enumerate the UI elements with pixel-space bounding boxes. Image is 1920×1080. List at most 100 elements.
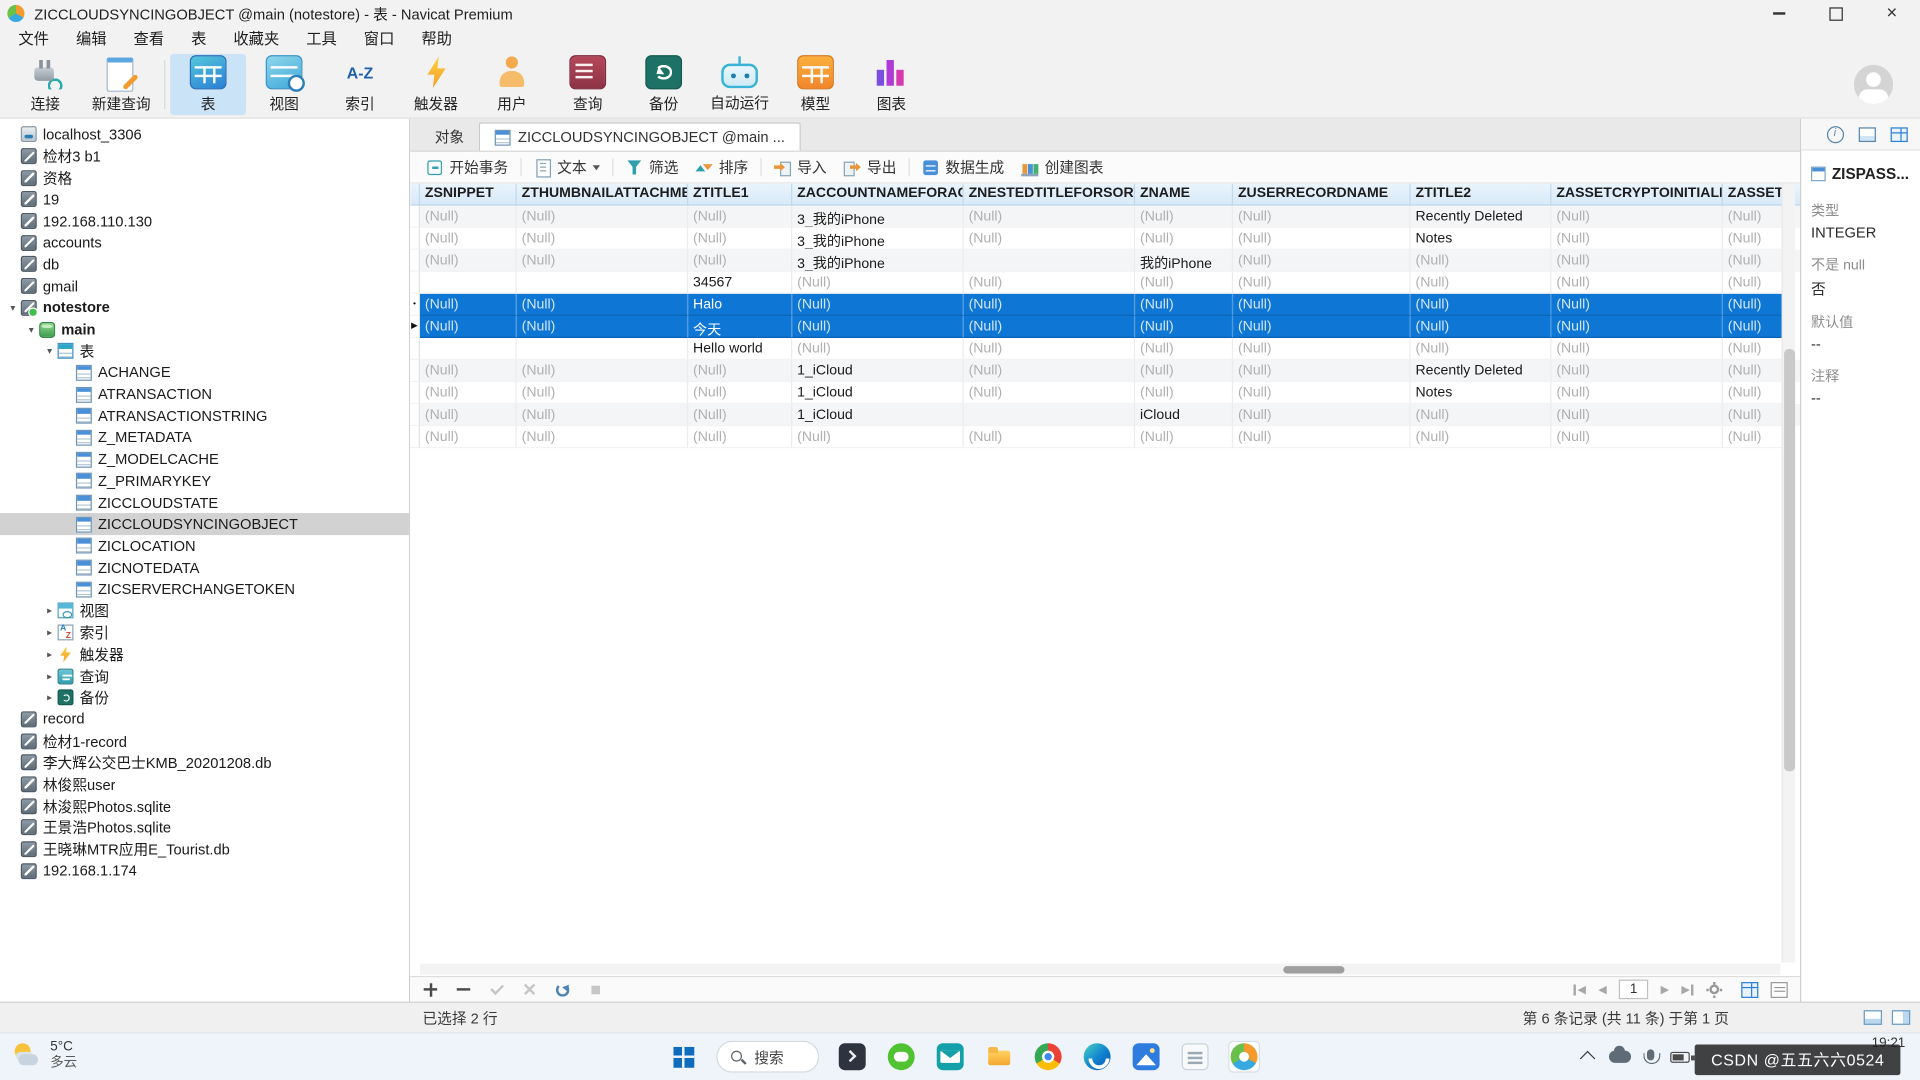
cell[interactable]: (Null) <box>1411 316 1552 338</box>
cell[interactable]: (Null) <box>1135 382 1233 404</box>
column-header-znestedtitleforsortin[interactable]: ZNESTEDTITLEFORSORTIN <box>964 184 1135 205</box>
triggers-button[interactable]: 触发器 <box>398 54 474 115</box>
menu-window[interactable]: 窗口 <box>350 27 408 51</box>
cell[interactable]: (Null) <box>792 272 963 294</box>
cell[interactable]: 34567 <box>688 272 792 294</box>
taskbar-app-mail[interactable] <box>934 1041 966 1073</box>
taskbar-app-photos[interactable] <box>1130 1041 1162 1073</box>
tree-item-1-record[interactable]: 检材1-record <box>0 730 409 752</box>
cell[interactable]: (Null) <box>1551 360 1722 382</box>
cell[interactable]: (Null) <box>688 360 792 382</box>
cell[interactable]: 3_我的iPhone <box>792 206 963 228</box>
tree-item-node-22[interactable]: ▸视图 <box>0 600 409 622</box>
cell[interactable]: (Null) <box>964 272 1135 294</box>
tree-item-notestore[interactable]: ▾notestore <box>0 297 409 319</box>
cell[interactable]: (Null) <box>1233 426 1411 448</box>
cell[interactable]: (Null) <box>1411 338 1552 360</box>
menu-table[interactable]: 表 <box>178 27 220 51</box>
tree-item-node-10[interactable]: ▾表 <box>0 340 409 362</box>
column-header-zuserrecordname[interactable]: ZUSERRECORDNAME <box>1233 184 1411 205</box>
cell[interactable]: (Null) <box>1723 294 1784 316</box>
chevron-right-icon[interactable]: ▸ <box>42 605 58 616</box>
views-button[interactable]: 视图 <box>246 54 322 115</box>
cell[interactable]: (Null) <box>688 206 792 228</box>
tree-item-zicserverchangetoken[interactable]: ZICSERVERCHANGETOKEN <box>0 578 409 600</box>
cell[interactable] <box>420 272 517 294</box>
table-row-1[interactable]: (Null)(Null)(Null)3_我的iPhone(Null)(Null)… <box>410 206 1800 228</box>
cell[interactable]: (Null) <box>1135 316 1233 338</box>
cell[interactable]: (Null) <box>1723 250 1784 272</box>
table-row-7[interactable]: Hello world(Null)(Null)(Null)(Null)(Null… <box>410 338 1800 360</box>
cell[interactable]: (Null) <box>1551 426 1722 448</box>
cell[interactable]: (Null) <box>1233 294 1411 316</box>
cell[interactable] <box>517 272 688 294</box>
cell[interactable]: (Null) <box>1411 426 1552 448</box>
chevron-right-icon[interactable]: ▸ <box>42 649 58 660</box>
text-mode-button[interactable]: 文本 <box>525 154 608 181</box>
cell[interactable]: (Null) <box>1551 228 1722 250</box>
tree-item-kmb-20201208-db[interactable]: 李大辉公交巴士KMB_20201208.db <box>0 752 409 774</box>
connection-button[interactable]: 连接 <box>7 54 83 115</box>
cell[interactable]: (Null) <box>688 250 792 272</box>
tree-item-db[interactable]: db <box>0 254 409 276</box>
cell[interactable]: (Null) <box>792 426 963 448</box>
toggle-bottom-panel-icon[interactable] <box>1864 1010 1882 1025</box>
cell[interactable]: (Null) <box>517 250 688 272</box>
cell[interactable]: (Null) <box>1135 272 1233 294</box>
tree-item-user[interactable]: 林俊熙user <box>0 773 409 795</box>
menu-favorites[interactable]: 收藏夹 <box>220 27 293 51</box>
model-button[interactable]: 模型 <box>778 54 854 115</box>
tree-item-photos-sqlite[interactable]: 林浚熙Photos.sqlite <box>0 795 409 817</box>
vertical-scrollbar-thumb[interactable] <box>1784 349 1795 771</box>
tree-item-node-23[interactable]: ▸索引 <box>0 622 409 644</box>
menu-view[interactable]: 查看 <box>120 27 178 51</box>
cell[interactable]: (Null) <box>517 294 688 316</box>
table-row-10[interactable]: (Null)(Null)(Null)1_iCloudiCloud(Null)(N… <box>410 404 1800 426</box>
cell[interactable]: (Null) <box>1723 338 1784 360</box>
taskbar-app-chrome[interactable] <box>1032 1041 1064 1073</box>
cell[interactable]: Halo <box>688 294 792 316</box>
users-button[interactable]: 用户 <box>474 54 550 115</box>
cell[interactable]: (Null) <box>1233 360 1411 382</box>
tree-item-record[interactable]: record <box>0 708 409 730</box>
menu-help[interactable]: 帮助 <box>408 27 466 51</box>
cancel-changes-button[interactable] <box>522 981 538 997</box>
tables-button[interactable]: 表 <box>170 54 246 115</box>
column-header-zsnippet[interactable]: ZSNIPPET <box>420 184 517 205</box>
delete-record-button[interactable] <box>456 981 472 997</box>
start-button[interactable] <box>667 1041 699 1073</box>
cell[interactable]: (Null) <box>1233 250 1411 272</box>
cell[interactable]: (Null) <box>792 338 963 360</box>
cell[interactable]: (Null) <box>1233 228 1411 250</box>
cell[interactable]: (Null) <box>420 360 517 382</box>
tree-item-mtr-e-tourist-db[interactable]: 王晓琳MTR应用E_Tourist.db <box>0 838 409 860</box>
cell[interactable]: (Null) <box>1233 206 1411 228</box>
cell[interactable]: (Null) <box>1233 272 1411 294</box>
cell[interactable]: (Null) <box>964 294 1135 316</box>
cell[interactable]: (Null) <box>1551 338 1722 360</box>
cell[interactable]: (Null) <box>420 426 517 448</box>
tree-item-achange[interactable]: ACHANGE <box>0 362 409 384</box>
cell[interactable]: (Null) <box>1135 338 1233 360</box>
tree-item-zicnotedata[interactable]: ZICNOTEDATA <box>0 557 409 579</box>
cell[interactable]: (Null) <box>688 426 792 448</box>
backup-button[interactable]: 备份 <box>626 54 702 115</box>
cell[interactable]: iCloud <box>1135 404 1233 426</box>
cell[interactable]: (Null) <box>1551 294 1722 316</box>
cell[interactable]: (Null) <box>1723 272 1784 294</box>
cell[interactable]: (Null) <box>517 360 688 382</box>
cell[interactable]: (Null) <box>1551 382 1722 404</box>
table-row-5[interactable]: •(Null)(Null)Halo(Null)(Null)(Null)(Null… <box>410 294 1800 316</box>
cell[interactable]: (Null) <box>792 294 963 316</box>
refresh-button[interactable] <box>555 981 571 997</box>
taskbar-app-navicat[interactable] <box>1228 1041 1260 1073</box>
menu-file[interactable]: 文件 <box>5 27 63 51</box>
cell[interactable]: (Null) <box>517 404 688 426</box>
taskbar-app-wechat[interactable] <box>885 1041 917 1073</box>
table-row-2[interactable]: (Null)(Null)(Null)3_我的iPhone(Null)(Null)… <box>410 228 1800 250</box>
first-page-button[interactable] <box>1574 983 1586 996</box>
cell[interactable]: (Null) <box>1135 228 1233 250</box>
settings-icon[interactable] <box>1706 981 1722 997</box>
cell[interactable]: (Null) <box>420 316 517 338</box>
apply-changes-button[interactable] <box>489 981 505 997</box>
